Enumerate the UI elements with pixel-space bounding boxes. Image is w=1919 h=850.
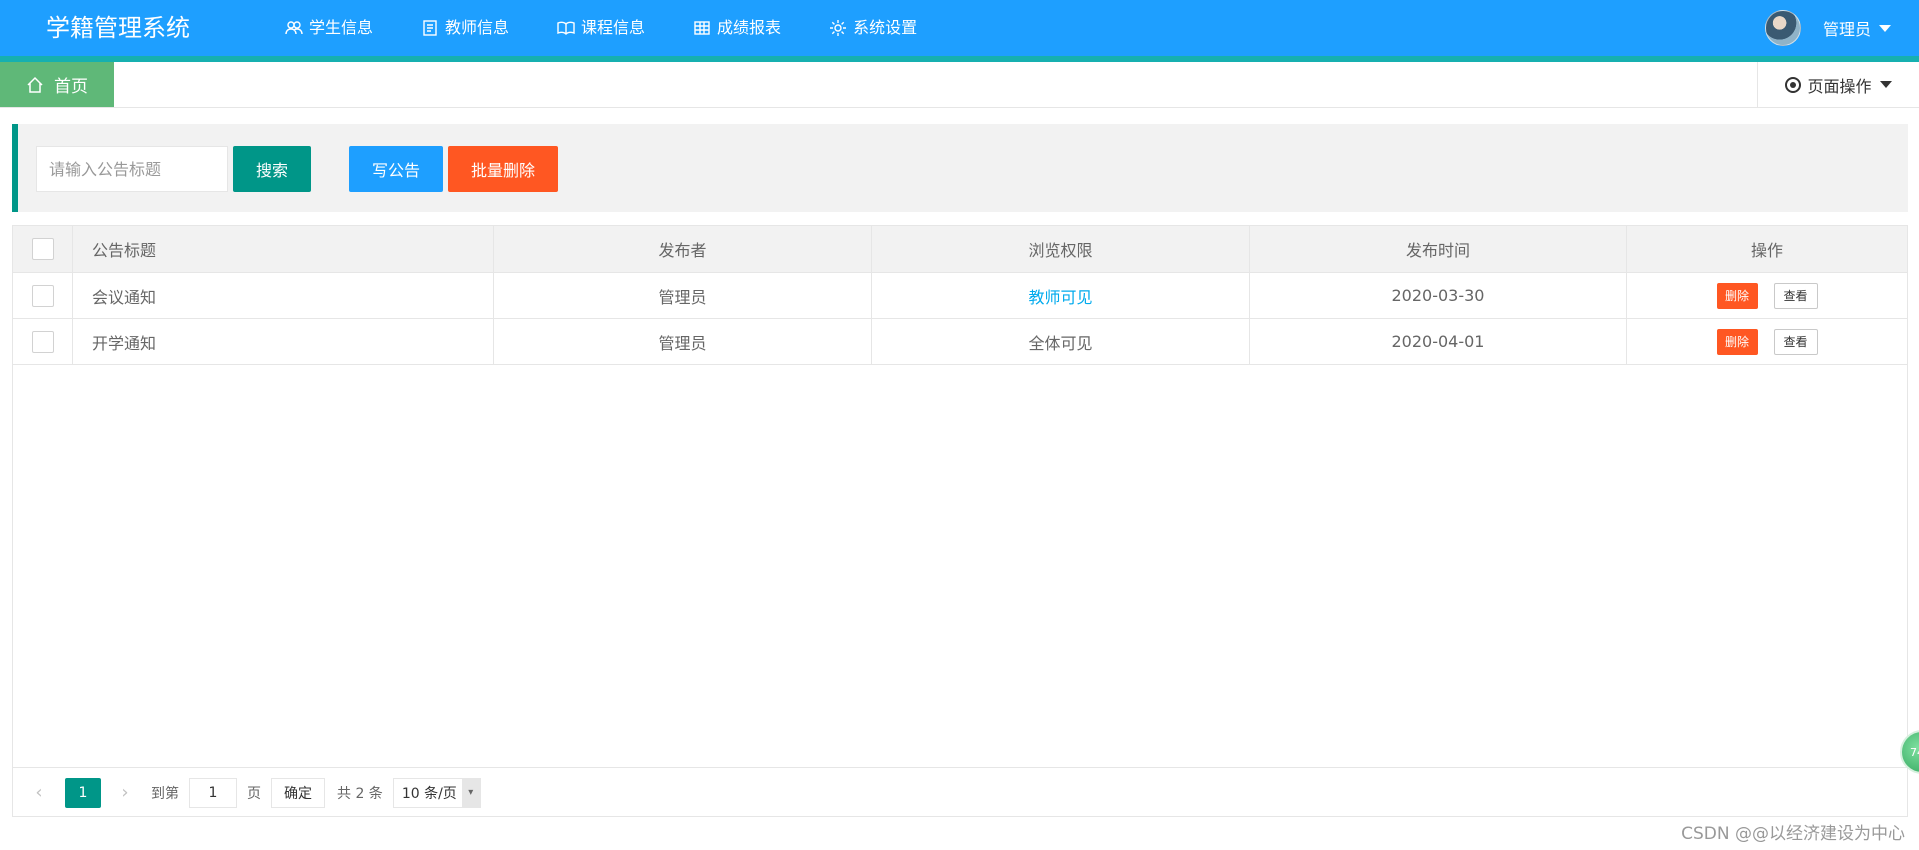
row-checkbox[interactable] [31,330,54,353]
select-all-checkbox[interactable] [31,238,54,260]
cell-time: 2020-04-01 [1250,319,1627,364]
nav-item-teachers[interactable]: 教师信息 [421,0,509,56]
column-header-permission[interactable]: 浏览权限 [872,226,1250,272]
cell-publisher: 管理员 [494,273,872,318]
prev-page-icon[interactable]: ‹ [27,778,51,808]
view-button[interactable]: 查看 [1773,282,1818,309]
tab-home-label: 首页 [54,77,88,97]
document-icon [421,19,439,37]
users-icon [285,19,303,37]
pagination: ‹ 1 › 到第 页 确定 共 2 条 10 条/页 ▾ [13,767,1907,817]
column-header-time[interactable]: 发布时间 [1250,226,1627,272]
tab-bar: 首页 页面操作 [0,62,1919,108]
cell-actions: 删除 查看 [1627,319,1907,364]
page-size-value: 10 条/页 [401,785,457,802]
nav-item-label: 成绩报表 [717,18,782,37]
home-icon [27,76,43,93]
main-nav: 学生信息 教师信息 课程信息 成绩报表 系统设置 [285,0,965,56]
cell-permission: 教师可见 [872,273,1250,318]
watermark: CSDN @@以经济建设为中心 [1681,824,1905,844]
page-number-current[interactable]: 1 [65,777,101,808]
user-menu[interactable]: 管理员 [1764,0,1891,56]
page-size-select[interactable]: 10 条/页 ▾ [392,777,481,808]
write-announcement-button[interactable]: 写公告 [349,146,443,192]
nav-item-label: 学生信息 [309,18,374,37]
table-icon [693,19,711,37]
cell-actions: 删除 查看 [1627,273,1907,318]
goto-confirm-button[interactable]: 确定 [271,777,325,808]
chevron-down-icon[interactable] [1879,24,1891,32]
chevron-down-icon: ▾ [461,778,480,807]
view-button[interactable]: 查看 [1773,328,1818,355]
search-toolbar: 搜索 写公告 批量删除 [12,124,1908,212]
table-row: 开学通知 管理员 全体可见 2020-04-01 删除 查看 [13,319,1907,365]
cell-time: 2020-03-30 [1250,273,1627,318]
top-header: 学籍管理系统 学生信息 教师信息 课程信息 成绩报表 系统设置 管理员 [0,0,1919,56]
goto-page-input[interactable] [189,777,237,808]
column-header-publisher[interactable]: 发布者 [494,226,872,272]
nav-item-settings[interactable]: 系统设置 [829,0,917,56]
total-count: 共 2 条 [337,785,383,802]
cell-permission: 全体可见 [872,319,1250,364]
nav-item-label: 教师信息 [445,18,510,37]
batch-delete-button[interactable]: 批量删除 [448,146,558,192]
floating-widget-label: 74 [1910,745,1919,759]
gear-icon [829,19,847,37]
book-icon [557,19,575,37]
user-name[interactable]: 管理员 [1823,16,1871,40]
chevron-down-icon [1879,81,1892,88]
announcement-table: 公告标题 发布者 浏览权限 发布时间 操作 会议通知 管理员 教师可见 2020… [12,225,1908,817]
column-header-actions: 操作 [1750,241,1783,260]
page-operations-dropdown[interactable]: 页面操作 [1757,62,1919,107]
page-suffix-label: 页 [247,785,261,802]
tab-home[interactable]: 首页 [0,62,114,107]
search-input[interactable] [36,146,228,192]
avatar[interactable] [1764,10,1801,46]
nav-item-reports[interactable]: 成绩报表 [693,0,781,56]
goto-label: 到第 [151,785,179,802]
table-header: 公告标题 发布者 浏览权限 发布时间 操作 [13,226,1907,273]
cell-title: 开学通知 [73,319,494,364]
search-button[interactable]: 搜索 [233,146,311,192]
delete-button[interactable]: 删除 [1716,282,1758,309]
nav-item-label: 课程信息 [581,18,646,37]
table-row: 会议通知 管理员 教师可见 2020-03-30 删除 查看 [13,273,1907,319]
page-ops-label: 页面操作 [1807,76,1872,96]
column-header-title[interactable]: 公告标题 [73,226,494,272]
row-checkbox[interactable] [31,284,54,307]
delete-button[interactable]: 删除 [1716,328,1758,355]
app-title: 学籍管理系统 [46,14,190,42]
cell-publisher: 管理员 [494,319,872,364]
nav-item-students[interactable]: 学生信息 [285,0,373,56]
cell-title: 会议通知 [73,273,494,318]
nav-item-courses[interactable]: 课程信息 [557,0,645,56]
next-page-icon[interactable]: › [113,778,137,808]
nav-item-label: 系统设置 [853,18,918,37]
target-icon [1785,76,1802,93]
